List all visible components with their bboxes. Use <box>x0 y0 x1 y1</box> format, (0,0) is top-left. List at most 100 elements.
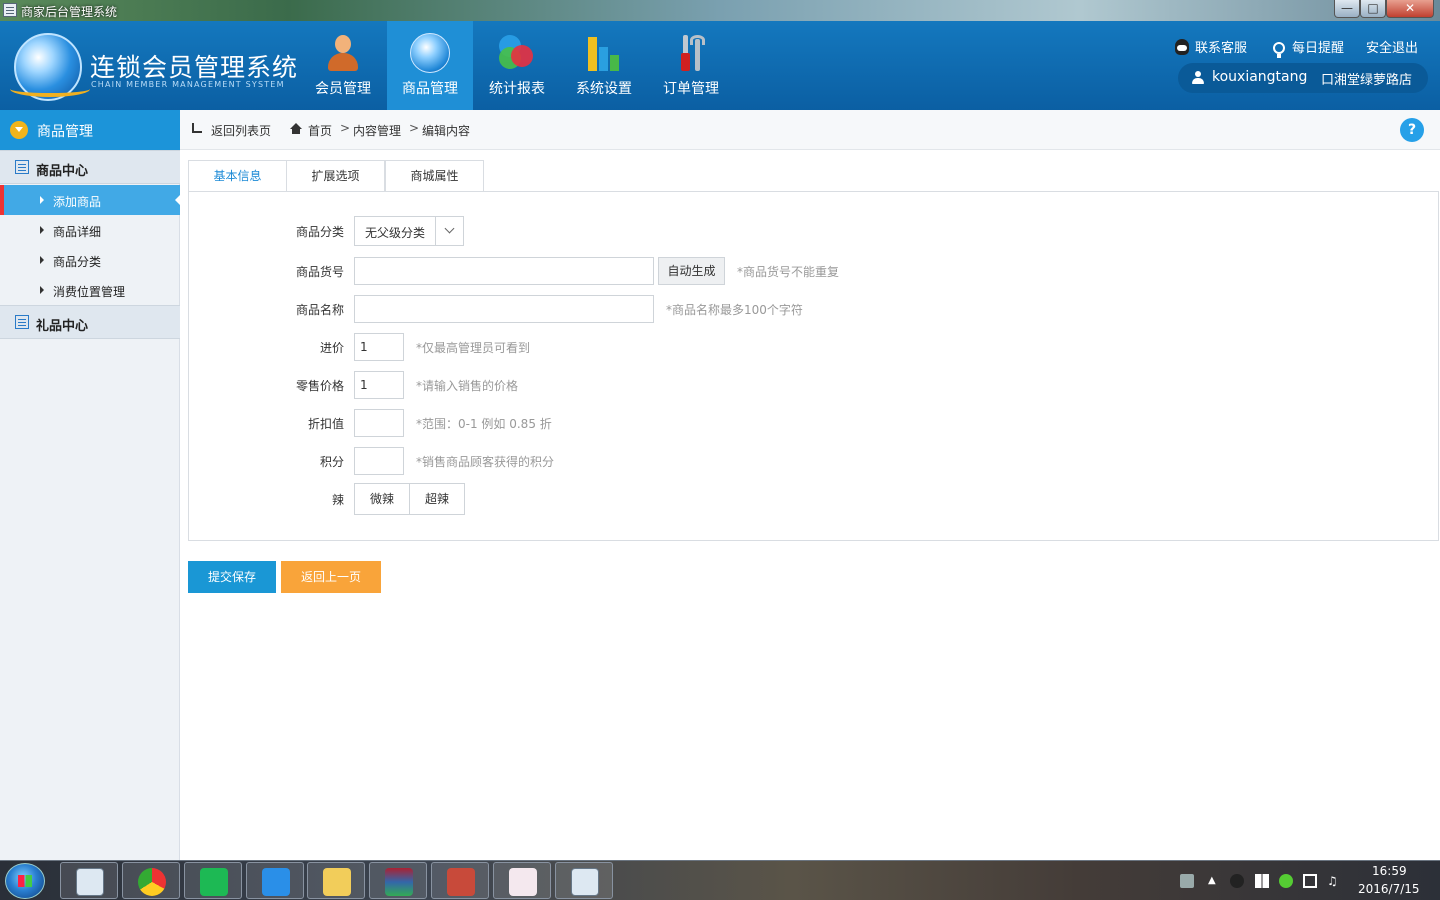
home-icon <box>290 123 302 134</box>
cost-input[interactable]: 1 <box>354 333 404 361</box>
sidebar-item-add-product[interactable]: 添加商品 <box>0 185 181 215</box>
sidebar-group-product-center[interactable]: 商品中心 <box>0 150 180 184</box>
user-info: kouxiangtang 口湘堂绿萝路店 <box>1178 63 1428 93</box>
sidebar-item-product-detail[interactable]: 商品详细 <box>0 215 180 245</box>
caret-right-icon <box>40 286 44 294</box>
product-name-input[interactable] <box>354 295 654 323</box>
spreadsheet-icon <box>200 868 228 896</box>
nav-label: 商品管理 <box>402 81 458 97</box>
window-titlebar: 商家后台管理系统 — □ ✕ <box>0 0 1440 21</box>
sidebar-title: 商品管理 <box>37 124 93 140</box>
globe-icon <box>410 33 450 73</box>
nav-product[interactable]: 商品管理 <box>387 21 473 110</box>
taskbar-app-chrome[interactable] <box>122 862 180 899</box>
caret-right-icon <box>40 256 44 264</box>
maximize-button[interactable]: □ <box>1360 0 1386 18</box>
back-to-list-link[interactable]: 返回列表页 <box>211 122 271 139</box>
nav-member[interactable]: 会员管理 <box>300 21 386 110</box>
taskbar-app-writer[interactable] <box>246 862 304 899</box>
spicy-option-mild[interactable]: 微辣 <box>354 483 410 515</box>
start-button[interactable] <box>5 863 45 899</box>
taskbar-app-sheets[interactable] <box>184 862 242 899</box>
show-hidden-icon[interactable]: ▲ <box>1208 874 1222 888</box>
list-icon <box>15 315 29 329</box>
clock-date[interactable]: 2016/7/15 <box>1358 882 1420 896</box>
help-icon[interactable]: ? <box>1400 118 1424 142</box>
sidebar-header[interactable]: 商品管理 <box>0 110 180 150</box>
nav-settings[interactable]: 系统设置 <box>561 21 647 110</box>
app-header: 连锁会员管理系统 CHAIN MEMBER MANAGEMENT SYSTEM … <box>0 21 1440 110</box>
tab-basic-info[interactable]: 基本信息 <box>188 160 287 192</box>
logo-swoosh <box>10 81 90 97</box>
group-label: 礼品中心 <box>36 319 89 334</box>
auto-generate-button[interactable]: 自动生成 <box>658 257 725 285</box>
support-link[interactable]: 联系客服 <box>1175 37 1247 56</box>
volume-icon[interactable]: ♫ <box>1327 874 1341 888</box>
spicy-option-extra[interactable]: 超辣 <box>409 483 465 515</box>
points-label: 积分 <box>319 455 344 469</box>
nav-label: 订单管理 <box>663 81 719 97</box>
chevron-down-icon <box>435 217 463 245</box>
logo-title: 连锁会员管理系统 <box>90 53 299 82</box>
network-icon[interactable] <box>1303 874 1317 888</box>
qq-tray-icon[interactable] <box>1230 874 1244 888</box>
taskbar <box>0 860 1440 900</box>
clock-time[interactable]: 16:59 <box>1372 864 1407 878</box>
sidebar-group-gift-center[interactable]: 礼品中心 <box>0 305 180 339</box>
security-icon[interactable] <box>1279 874 1293 888</box>
taskbar-app-rabbit[interactable] <box>493 862 551 899</box>
nav-label: 统计报表 <box>489 81 545 97</box>
rabbit-icon <box>509 868 537 896</box>
taskbar-app-calendar[interactable] <box>60 862 118 899</box>
tab-mall-attributes[interactable]: 商城属性 <box>385 160 484 192</box>
discount-input[interactable] <box>354 409 404 437</box>
breadcrumb: 返回列表页 首页 > 内容管理 > 编辑内容 ? <box>180 110 1440 150</box>
keyboard-icon[interactable] <box>1180 874 1194 888</box>
nav-orders[interactable]: 订单管理 <box>648 21 734 110</box>
member-icon <box>323 33 363 73</box>
points-input[interactable] <box>354 447 404 475</box>
taskbar-app-current[interactable] <box>555 862 613 899</box>
nav-stats[interactable]: 统计报表 <box>474 21 560 110</box>
logout-link[interactable]: 安全退出 <box>1366 37 1418 56</box>
price-input[interactable]: 1 <box>354 371 404 399</box>
store-name: 口湘堂绿萝路店 <box>1321 73 1413 88</box>
name-label: 商品名称 <box>295 303 344 317</box>
sidebar-item-product-category[interactable]: 商品分类 <box>0 245 180 275</box>
close-button[interactable]: ✕ <box>1386 0 1434 18</box>
taskbar-app-winrar[interactable] <box>369 862 427 899</box>
window-title: 商家后台管理系统 <box>21 5 118 19</box>
group-label: 商品中心 <box>36 164 89 179</box>
chevron-down-icon <box>10 121 28 139</box>
category-value: 无父级分类 <box>365 226 426 240</box>
submit-save-button[interactable]: 提交保存 <box>188 561 276 593</box>
minimize-button[interactable]: — <box>1334 0 1360 18</box>
breadcrumb-content-management[interactable]: 内容管理 <box>353 122 401 139</box>
sku-label: 商品货号 <box>295 265 344 279</box>
taskbar-app-explorer[interactable] <box>307 862 365 899</box>
breadcrumb-separator: > <box>340 121 351 135</box>
nav-label: 系统设置 <box>576 81 632 97</box>
calendar-icon <box>76 868 104 896</box>
bulb-icon <box>1273 42 1285 58</box>
sidebar-item-consumption-location[interactable]: 消费位置管理 <box>0 275 180 305</box>
reminder-link[interactable]: 每日提醒 <box>1273 37 1344 58</box>
tab-extended-options[interactable]: 扩展选项 <box>286 160 385 192</box>
support-label: 联系客服 <box>1195 41 1248 56</box>
cost-label: 进价 <box>319 341 344 355</box>
name-hint: *商品名称最多100个字符 <box>666 303 803 317</box>
calendar-icon <box>571 868 599 896</box>
windows-icon[interactable] <box>1255 874 1269 888</box>
list-icon <box>15 160 29 174</box>
category-label: 商品分类 <box>295 225 344 239</box>
breadcrumb-home[interactable]: 首页 <box>308 122 332 139</box>
category-select[interactable]: 无父级分类 <box>354 216 464 246</box>
discount-label: 折扣值 <box>307 417 344 431</box>
breadcrumb-edit-content: 编辑内容 <box>422 124 471 138</box>
tools-icon <box>671 33 711 73</box>
taskbar-app-game[interactable] <box>431 862 489 899</box>
sku-input[interactable] <box>354 257 654 285</box>
back-previous-button[interactable]: 返回上一页 <box>281 561 381 593</box>
chrome-icon <box>138 868 166 896</box>
caret-right-icon <box>40 196 44 204</box>
